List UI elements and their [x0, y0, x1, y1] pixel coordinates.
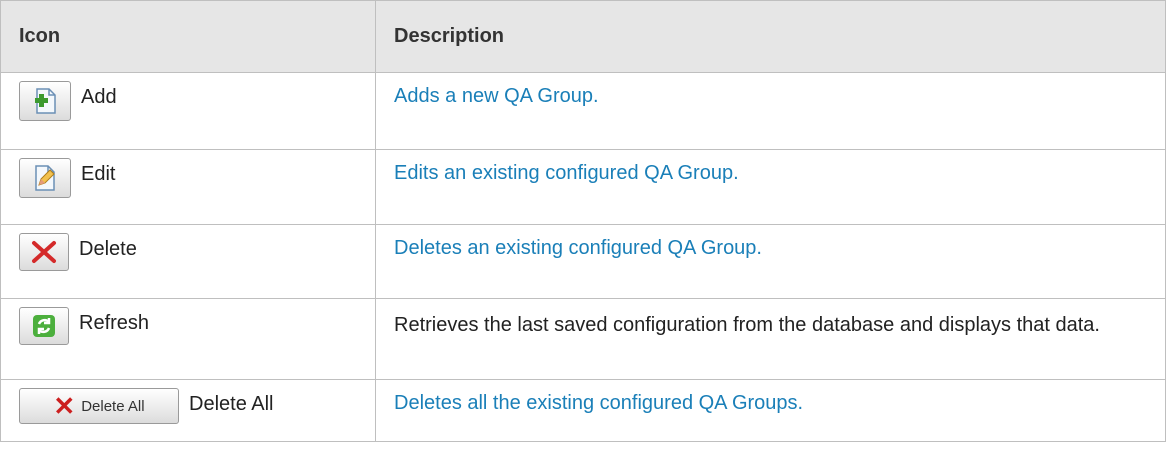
- icon-label: Delete All: [189, 393, 274, 415]
- description-link[interactable]: Deletes an existing configured QA Group.: [394, 237, 762, 259]
- description-cell[interactable]: Edits an existing configured QA Group.: [375, 149, 1166, 225]
- table-row: Delete Deletes an existing configured QA…: [0, 224, 1166, 299]
- delete-icon: [19, 233, 69, 271]
- table-row: Refresh Retrieves the last saved configu…: [0, 298, 1166, 380]
- description-column-header: Description: [375, 0, 1166, 73]
- table-row: Add Adds a new QA Group.: [0, 72, 1166, 150]
- icon-cell: Delete: [0, 224, 376, 299]
- edit-icon: [19, 158, 71, 198]
- description-link[interactable]: Deletes all the existing configured QA G…: [394, 392, 803, 414]
- icon-label: Add: [81, 86, 117, 108]
- description-cell[interactable]: Deletes all the existing configured QA G…: [375, 379, 1166, 442]
- delete-all-button-text: Delete All: [81, 397, 145, 415]
- refresh-icon: [19, 307, 69, 345]
- description-cell: Retrieves the last saved configuration f…: [375, 298, 1166, 380]
- delete-all-icon: ✕ Delete All: [19, 388, 179, 424]
- header-row: Icon Description: [0, 0, 1166, 73]
- icon-label: Edit: [81, 163, 116, 185]
- description-text: Retrieves the last saved configuration f…: [394, 314, 1100, 336]
- icon-label: Refresh: [79, 312, 150, 334]
- add-icon: [19, 81, 71, 121]
- icon-cell: ✕ Delete All Delete All: [0, 379, 376, 442]
- description-cell[interactable]: Deletes an existing configured QA Group.: [375, 224, 1166, 299]
- table-row: Edit Edits an existing configured QA Gro…: [0, 149, 1166, 225]
- icon-cell: Refresh: [0, 298, 376, 380]
- icon-column-header: Icon: [0, 0, 376, 73]
- icon-label: Delete: [79, 238, 137, 260]
- description-link[interactable]: Edits an existing configured QA Group.: [394, 162, 739, 184]
- table-row: ✕ Delete All Delete All Deletes all the …: [0, 379, 1166, 442]
- icon-cell: Add: [0, 72, 376, 150]
- icon-cell: Edit: [0, 149, 376, 225]
- description-link[interactable]: Adds a new QA Group.: [394, 85, 599, 107]
- close-icon: ✕: [53, 391, 76, 421]
- icon-description-table: Icon Description Add Adds a new QA Group…: [0, 0, 1166, 442]
- description-cell[interactable]: Adds a new QA Group.: [375, 72, 1166, 150]
